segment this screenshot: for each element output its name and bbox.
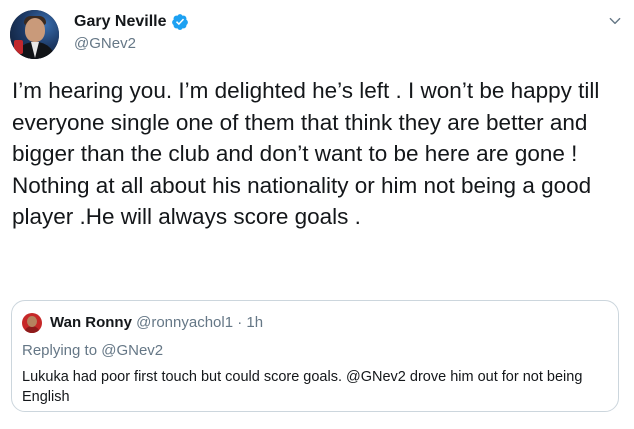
author-handle[interactable]: @GNev2 [74, 35, 136, 52]
tweet-text: I’m hearing you. I’m delighted he’s left… [12, 78, 606, 229]
replying-mention[interactable]: @GNev2 [101, 342, 163, 359]
author-display-name[interactable]: Gary Neville [74, 13, 167, 31]
author-avatar[interactable] [10, 10, 59, 59]
quoted-tweet[interactable]: Wan Ronny @ronnyachol1 · 1h Replying to … [11, 300, 619, 412]
quoted-tweet-header: Wan Ronny @ronnyachol1 · 1h [50, 314, 263, 331]
replying-prefix: Replying to [22, 342, 102, 359]
quoted-separator: · [237, 314, 243, 331]
quoted-timestamp[interactable]: 1h [246, 314, 263, 331]
quoted-tweet-text: Lukuka had poor first touch but could sc… [22, 369, 583, 405]
quoted-replying-to: Replying to @GNev2 [22, 342, 163, 359]
tweet-card: Gary Neville @GNev2 I’m hearing you. I’m… [0, 0, 634, 429]
quoted-author-handle[interactable]: @ronnyachol1 [136, 314, 233, 331]
quoted-author-display-name[interactable]: Wan Ronny [50, 314, 132, 331]
chevron-down-icon[interactable] [608, 14, 622, 28]
author-name-row: Gary Neville [74, 13, 189, 31]
quoted-author-avatar[interactable] [22, 313, 42, 333]
verified-badge-icon [171, 14, 188, 30]
